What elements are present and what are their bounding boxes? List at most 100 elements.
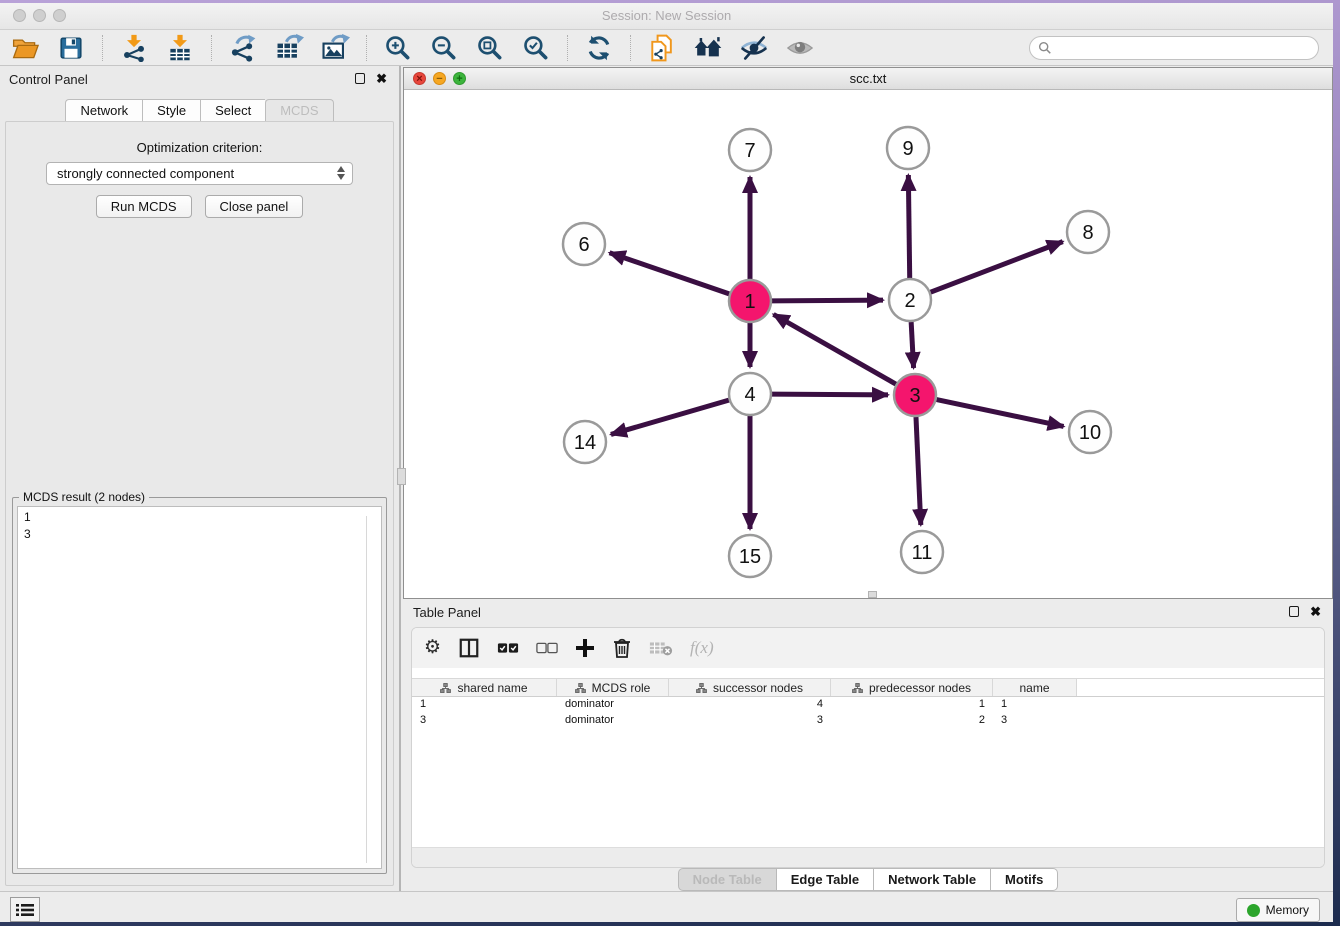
table-settings-gear-icon[interactable]: ⚙ [424, 635, 441, 661]
import-network-icon[interactable] [119, 33, 149, 63]
column-header-shared-name[interactable]: shared name [412, 679, 557, 696]
network-view-window: × − + scc.txt 7968124314101511 [403, 67, 1333, 599]
table-row[interactable]: 3 dominator 3 2 3 [412, 713, 1324, 729]
function-builder-icon[interactable]: f(x) [690, 635, 714, 661]
column-view-icon[interactable] [458, 635, 480, 661]
table-row[interactable]: 1 dominator 4 1 1 [412, 697, 1324, 713]
main-titlebar: Session: New Session [0, 3, 1333, 30]
select-all-icon[interactable] [497, 635, 519, 661]
cell-mcds-role[interactable]: dominator [557, 697, 669, 713]
home-networks-icon[interactable] [693, 33, 723, 63]
table-header-row: shared name MCDS role successor nodes pr… [412, 678, 1324, 697]
zoom-in-icon[interactable] [383, 33, 413, 63]
table-bottom-strip [412, 847, 1324, 867]
graph-edge-4-14[interactable] [611, 400, 729, 434]
control-panel-header: Control Panel ✖ [0, 66, 399, 92]
graph-edge-3-1[interactable] [773, 314, 895, 384]
mcds-result-list[interactable]: 1 3 [17, 506, 382, 869]
export-table-icon[interactable] [274, 33, 304, 63]
cell-shared-name[interactable]: 1 [412, 697, 557, 713]
export-image-icon[interactable] [320, 33, 350, 63]
graph-edge-3-10[interactable] [937, 400, 1064, 427]
import-table-icon[interactable] [165, 33, 195, 63]
cell-successor-nodes[interactable]: 3 [669, 713, 831, 729]
cell-predecessor-nodes[interactable]: 2 [831, 713, 993, 729]
tab-node-table[interactable]: Node Table [678, 868, 777, 891]
run-mcds-button[interactable]: Run MCDS [96, 195, 192, 218]
cell-mcds-role[interactable]: dominator [557, 713, 669, 729]
cell-successor-nodes[interactable]: 4 [669, 697, 831, 713]
column-header-mcds-role[interactable]: MCDS role [557, 679, 669, 696]
graph-edge-1-6[interactable] [610, 253, 730, 294]
graph-edge-2-3[interactable] [911, 322, 913, 368]
toolbar-separator [630, 35, 631, 61]
graph-node-7[interactable]: 7 [729, 129, 771, 171]
graph-node-14[interactable]: 14 [564, 421, 606, 463]
float-table-panel-icon[interactable] [1289, 606, 1299, 617]
graph-edge-4-3[interactable] [772, 394, 888, 395]
add-column-icon[interactable] [575, 635, 595, 661]
graph-node-8[interactable]: 8 [1067, 211, 1109, 253]
mcds-buttons: Run MCDS Close panel [6, 195, 393, 218]
svg-text:14: 14 [574, 432, 596, 454]
open-session-icon[interactable] [10, 33, 40, 63]
export-network-icon[interactable] [228, 33, 258, 63]
hierarchy-icon [575, 683, 586, 693]
column-header-successor-nodes[interactable]: successor nodes [669, 679, 831, 696]
graph-node-10[interactable]: 10 [1069, 411, 1111, 453]
close-table-panel-icon[interactable]: ✖ [1310, 604, 1321, 620]
cell-name[interactable]: 3 [993, 713, 1077, 729]
refresh-icon[interactable] [584, 33, 614, 63]
result-scrollbar[interactable] [366, 516, 367, 863]
zoom-selected-icon[interactable] [521, 33, 551, 63]
tab-edge-table[interactable]: Edge Table [777, 868, 874, 891]
network-graph[interactable]: 7 9 6 8 1 2 4 3 14 10 15 11 [404, 90, 1332, 598]
toolbar-separator [211, 35, 212, 61]
zoom-out-icon[interactable] [429, 33, 459, 63]
show-eye-icon[interactable] [785, 33, 815, 63]
cell-shared-name[interactable]: 3 [412, 713, 557, 729]
task-history-button[interactable] [10, 897, 40, 922]
graph-node-2[interactable]: 2 [889, 279, 931, 321]
close-panel-button[interactable]: Close panel [205, 195, 304, 218]
graph-edge-2-9[interactable] [908, 175, 909, 278]
mcds-result-group: MCDS result (2 nodes) 1 3 [12, 497, 387, 874]
graph-node-15[interactable]: 15 [729, 535, 771, 577]
memory-status-icon [1247, 904, 1260, 917]
tab-network-table[interactable]: Network Table [874, 868, 991, 891]
graph-node-3[interactable]: 3 [894, 374, 936, 416]
horizontal-splitter-handle[interactable] [868, 591, 877, 598]
tab-motifs[interactable]: Motifs [991, 868, 1058, 891]
delete-column-trash-icon[interactable] [612, 635, 632, 661]
main-toolbar [0, 31, 1333, 66]
search-input[interactable] [1052, 41, 1318, 56]
table-panel-title: Table Panel [413, 605, 481, 620]
graph-node-9[interactable]: 9 [887, 127, 929, 169]
toolbar-separator [366, 35, 367, 61]
save-session-icon[interactable] [56, 33, 86, 63]
memory-button[interactable]: Memory [1236, 898, 1320, 922]
graph-node-1[interactable]: 1 [729, 280, 771, 322]
clone-network-icon[interactable] [647, 33, 677, 63]
float-panel-icon[interactable] [355, 73, 365, 84]
graph-edge-3-11[interactable] [916, 417, 921, 525]
graph-node-4[interactable]: 4 [729, 373, 771, 415]
vertical-splitter-handle[interactable] [397, 468, 406, 485]
unselect-all-icon[interactable] [536, 635, 558, 661]
optimization-criterion-select[interactable]: strongly connected component [46, 162, 353, 185]
zoom-fit-icon[interactable] [475, 33, 505, 63]
graph-node-6[interactable]: 6 [563, 223, 605, 265]
graph-node-11[interactable]: 11 [901, 531, 943, 573]
cell-name[interactable]: 1 [993, 697, 1077, 713]
graph-edge-2-8[interactable] [931, 242, 1063, 293]
search-box [1029, 36, 1319, 60]
cell-predecessor-nodes[interactable]: 1 [831, 697, 993, 713]
column-header-name[interactable]: name [993, 679, 1077, 696]
close-panel-icon[interactable]: ✖ [376, 71, 387, 87]
network-canvas[interactable]: 7 9 6 8 1 2 4 3 14 10 15 11 [404, 90, 1332, 598]
toolbar-separator [567, 35, 568, 61]
column-header-predecessor-nodes[interactable]: predecessor nodes [831, 679, 993, 696]
delete-table-icon[interactable] [649, 635, 673, 661]
hide-panel-eye-icon[interactable] [739, 33, 769, 63]
graph-edge-1-2[interactable] [772, 300, 883, 301]
